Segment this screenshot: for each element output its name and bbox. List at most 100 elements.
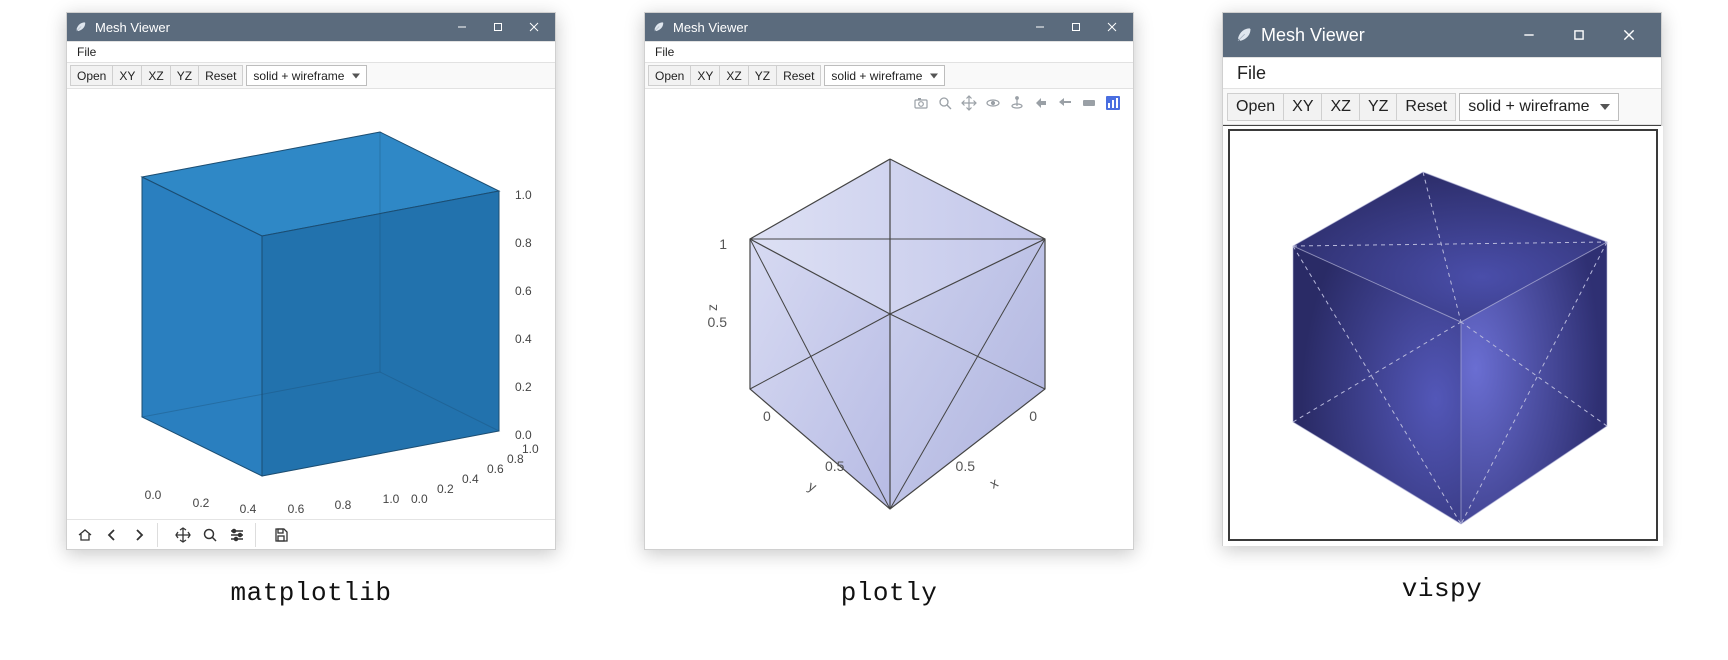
minimize-button[interactable]: [445, 13, 479, 41]
z-tick: 0.6: [515, 284, 532, 298]
z-axis-label: z: [704, 304, 720, 311]
view-xz-button[interactable]: XZ: [719, 65, 748, 86]
orbit-icon[interactable]: [985, 95, 1001, 111]
reset-last-icon[interactable]: [1057, 95, 1073, 111]
window-matplotlib: Mesh Viewer File Open XY XZ YZ Reset sol…: [66, 12, 556, 550]
z-tick: 0.2: [515, 380, 532, 394]
toolbar: Open XY XZ YZ Reset solid + wireframe: [67, 63, 555, 89]
x-tick: 0.2: [193, 496, 210, 510]
x-tick: 0.6: [288, 502, 305, 516]
panel-caption: plotly: [841, 578, 938, 608]
menu-file[interactable]: File: [71, 44, 102, 60]
view-xy-button[interactable]: XY: [112, 65, 142, 86]
y-tick: 0: [763, 408, 771, 424]
maximize-button[interactable]: [481, 13, 515, 41]
x-tick: 0: [1029, 408, 1037, 424]
toolbar: Open XY XZ YZ Reset solid + wireframe: [645, 63, 1133, 89]
panel-caption: vispy: [1402, 574, 1483, 604]
x-axis-label: x: [987, 474, 1001, 491]
x-tick: 0.0: [145, 488, 162, 502]
maximize-button[interactable]: [1555, 13, 1603, 57]
plotly-logo-icon[interactable]: [1105, 95, 1121, 111]
z-tick: 1.0: [515, 188, 532, 202]
menu-file[interactable]: File: [649, 44, 680, 60]
view-xy-button[interactable]: XY: [1283, 93, 1322, 121]
toggle-spike-icon[interactable]: [1081, 95, 1097, 111]
y-tick: 1.0: [522, 442, 539, 456]
z-tick: 0.4: [515, 332, 532, 346]
zoom-icon[interactable]: [196, 523, 224, 547]
render-mode-select[interactable]: solid + wireframe: [1459, 93, 1618, 121]
minimize-button[interactable]: [1505, 13, 1553, 57]
pan-icon[interactable]: [961, 95, 977, 111]
feather-icon: [73, 20, 87, 34]
window-title: Mesh Viewer: [673, 20, 1015, 35]
figure-canvas[interactable]: [1223, 125, 1661, 545]
window-title: Mesh Viewer: [95, 20, 437, 35]
pan-icon[interactable]: [169, 523, 197, 547]
panel-matplotlib: Mesh Viewer File Open XY XZ YZ Reset sol…: [66, 12, 556, 608]
open-button[interactable]: Open: [1227, 93, 1284, 121]
z-tick: 0.0: [515, 428, 532, 442]
menubar: File: [67, 41, 555, 63]
feather-icon: [1233, 25, 1253, 45]
window-title: Mesh Viewer: [1261, 25, 1497, 46]
y-tick: 0.5: [825, 458, 845, 474]
feather-icon: [651, 20, 665, 34]
window-vispy: Mesh Viewer File Open XY XZ YZ Reset sol…: [1222, 12, 1662, 546]
z-tick: 1: [719, 236, 727, 252]
figure-canvas[interactable]: z 1 0.5 y 0 0.5 x 0 0.5: [645, 89, 1133, 549]
titlebar[interactable]: Mesh Viewer: [67, 13, 555, 41]
reset-button[interactable]: Reset: [198, 65, 243, 86]
view-xz-button[interactable]: XZ: [1321, 93, 1359, 121]
view-xy-button[interactable]: XY: [690, 65, 720, 86]
zoom-icon[interactable]: [937, 95, 953, 111]
open-button[interactable]: Open: [70, 65, 113, 86]
configure-icon[interactable]: [223, 523, 251, 547]
reset-camera-icon[interactable]: [1033, 95, 1049, 111]
toolbar-separator: [157, 523, 165, 547]
forward-icon[interactable]: [125, 523, 153, 547]
titlebar[interactable]: Mesh Viewer: [645, 13, 1133, 41]
mpl-nav-toolbar: [67, 519, 555, 549]
close-button[interactable]: [1605, 13, 1653, 57]
panel-caption: matplotlib: [230, 578, 391, 608]
view-yz-button[interactable]: YZ: [748, 65, 777, 86]
reset-button[interactable]: Reset: [1396, 93, 1456, 121]
view-yz-button[interactable]: YZ: [1359, 93, 1397, 121]
window-plotly: Mesh Viewer File Open XY XZ YZ Reset sol…: [644, 12, 1134, 550]
x-tick: 0.8: [335, 498, 352, 512]
home-icon[interactable]: [71, 523, 99, 547]
x-tick: 0.5: [956, 458, 976, 474]
menubar: File: [645, 41, 1133, 63]
camera-icon[interactable]: [913, 95, 929, 111]
x-tick: 0.4: [240, 502, 257, 516]
y-tick: 0.2: [437, 482, 454, 496]
view-yz-button[interactable]: YZ: [170, 65, 199, 86]
view-xz-button[interactable]: XZ: [141, 65, 170, 86]
save-icon[interactable]: [267, 523, 295, 547]
turntable-icon[interactable]: [1009, 95, 1025, 111]
panel-vispy: Mesh Viewer File Open XY XZ YZ Reset sol…: [1222, 12, 1662, 604]
render-mode-select[interactable]: solid + wireframe: [824, 65, 945, 86]
maximize-button[interactable]: [1059, 13, 1093, 41]
panel-plotly: Mesh Viewer File Open XY XZ YZ Reset sol…: [644, 12, 1134, 608]
y-tick: 0.0: [411, 492, 428, 506]
minimize-button[interactable]: [1023, 13, 1057, 41]
close-button[interactable]: [1095, 13, 1129, 41]
figure-canvas[interactable]: 0.0 0.2 0.4 0.6 0.8 1.0 0.0 0.2 0.4 0.6 …: [67, 89, 555, 519]
z-tick: 0.8: [515, 236, 532, 250]
open-button[interactable]: Open: [648, 65, 691, 86]
reset-button[interactable]: Reset: [776, 65, 821, 86]
render-mode-select[interactable]: solid + wireframe: [246, 65, 367, 86]
close-button[interactable]: [517, 13, 551, 41]
menu-file[interactable]: File: [1231, 62, 1272, 85]
y-tick: 0.6: [487, 462, 504, 476]
back-icon[interactable]: [98, 523, 126, 547]
toolbar: Open XY XZ YZ Reset solid + wireframe: [1223, 89, 1661, 125]
x-tick: 1.0: [383, 492, 400, 506]
titlebar[interactable]: Mesh Viewer: [1223, 13, 1661, 57]
toolbar-separator: [255, 523, 263, 547]
y-axis-label: y: [806, 478, 820, 495]
menubar: File: [1223, 57, 1661, 89]
